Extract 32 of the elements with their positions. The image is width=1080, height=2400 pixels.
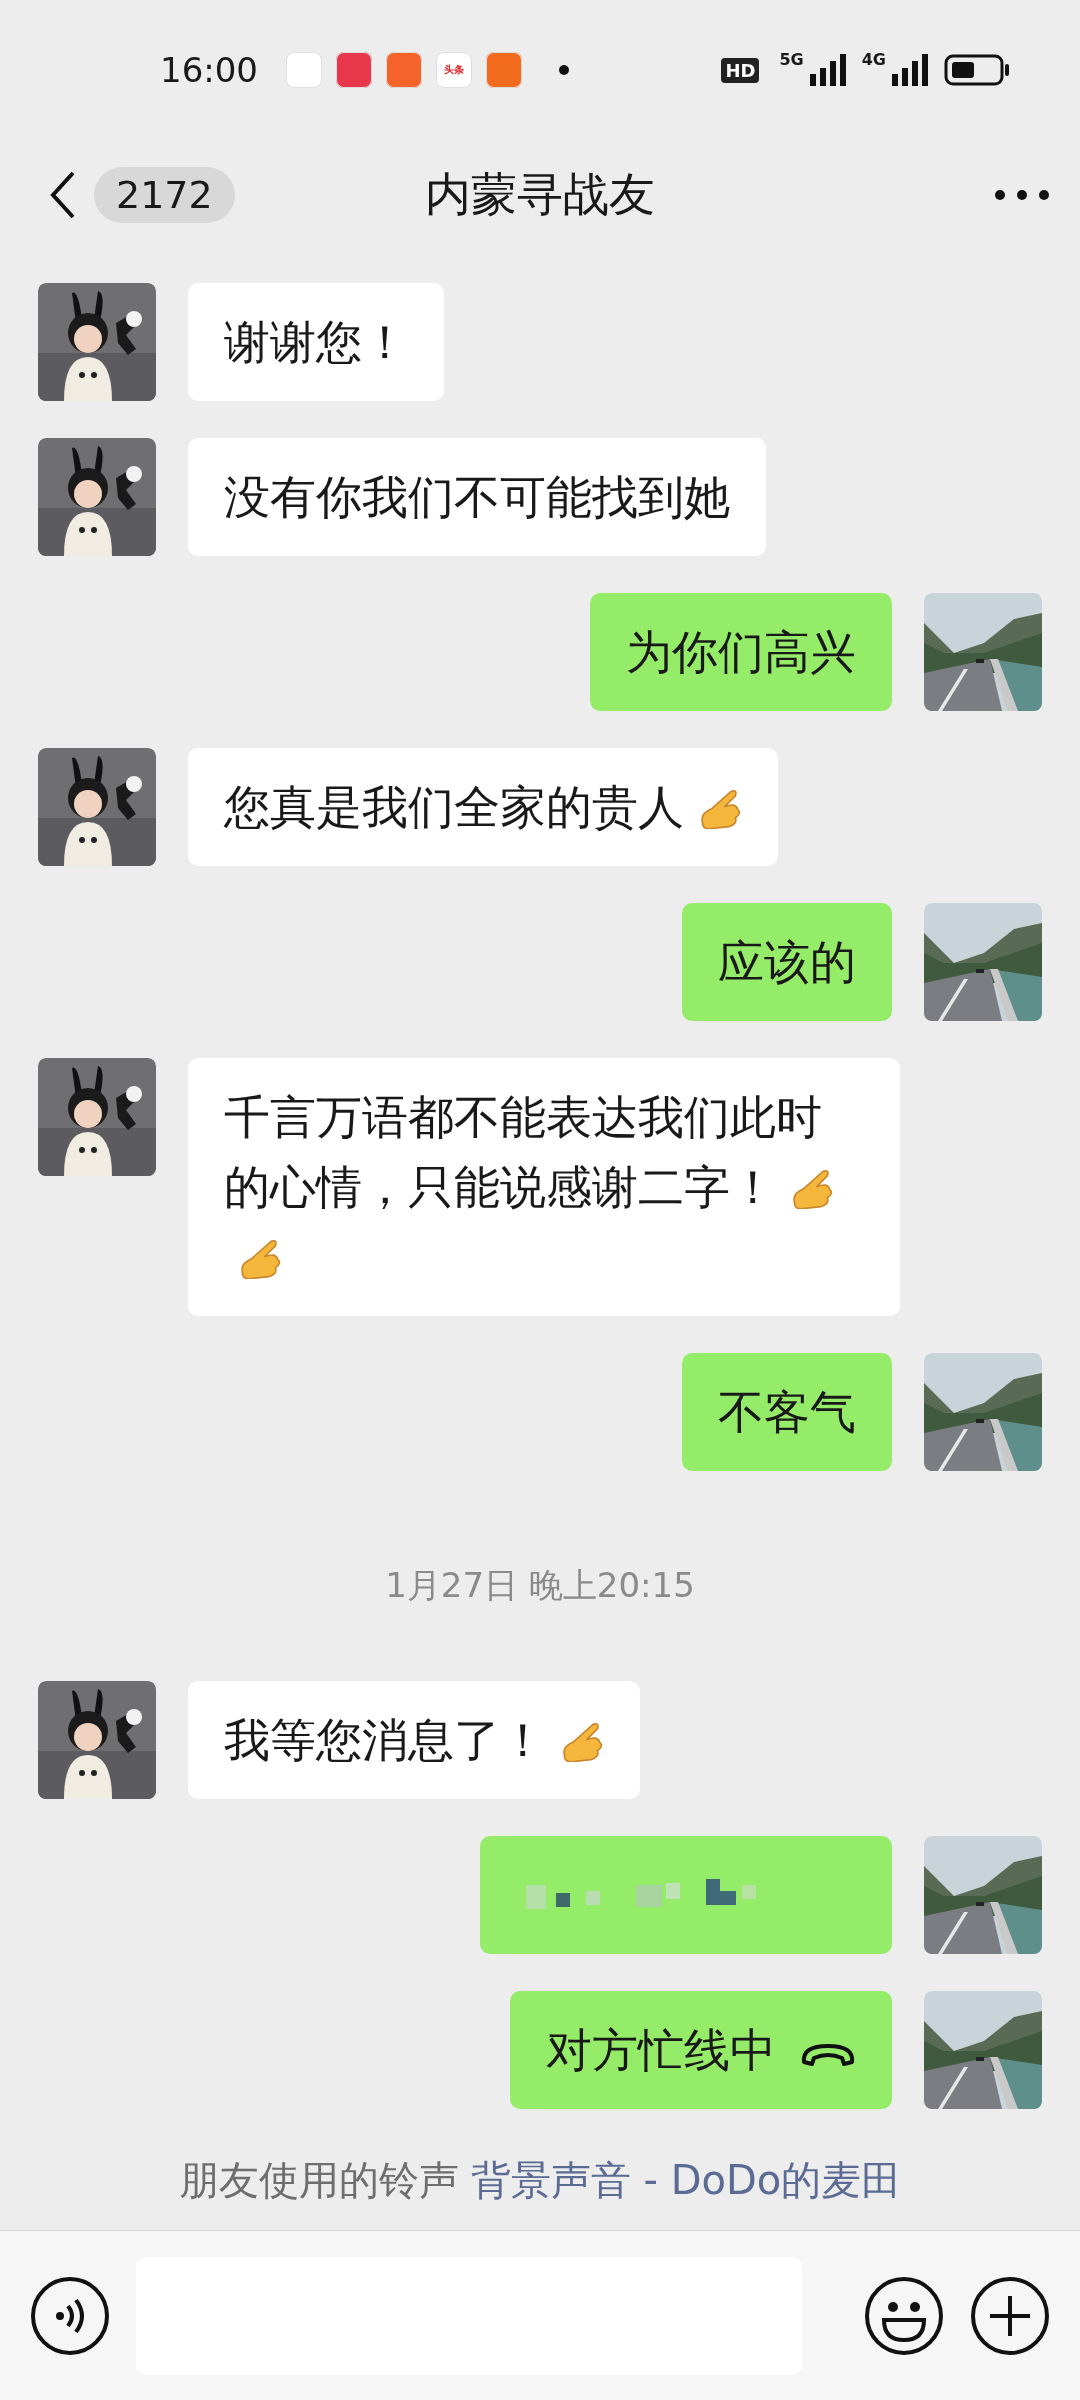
network-label: 5G: [779, 50, 804, 69]
signal-icon: [809, 54, 846, 86]
hand-icon: [238, 1239, 282, 1279]
message-bubble: 千言万语都不能表达我们此时的心情，只能说感谢二字！: [188, 1058, 900, 1316]
back-icon[interactable]: [50, 171, 76, 219]
message-bubble: 没有你我们不可能找到她: [188, 438, 766, 556]
message-bubble: 您真是我们全家的贵人: [188, 748, 778, 866]
app-icon: 头条: [436, 52, 472, 88]
timestamp: 1月27日 晚上20:15: [385, 1564, 695, 1607]
hand-icon: [790, 1169, 834, 1209]
hd-badge: HD: [721, 57, 760, 83]
ringtone-label: 朋友使用的铃声: [178, 2157, 459, 2203]
emoji-icon[interactable]: [864, 2275, 944, 2356]
plus-icon[interactable]: [970, 2275, 1050, 2356]
message-bubble: 不客气: [682, 1353, 892, 1471]
chat-title: 内蒙寻战友: [425, 166, 655, 223]
hand-icon: [560, 1722, 604, 1762]
message-bubble: 应该的: [682, 903, 892, 1021]
signal-icon: [892, 54, 928, 86]
unread-count-badge: 2172: [94, 167, 235, 223]
message-bubble: 为你们高兴: [590, 593, 892, 711]
battery-icon: [944, 54, 1010, 86]
notification-dot-icon: [558, 64, 570, 76]
status-time: 16:00: [160, 50, 258, 90]
message-bubble: 对方忙线中: [510, 1991, 892, 2109]
network-label: 4G: [861, 50, 886, 69]
voice-icon[interactable]: [30, 2275, 110, 2356]
hand-icon: [698, 789, 742, 829]
message-bubble: 谢谢您！: [188, 283, 444, 401]
message-bubble: 我等您消息了！: [188, 1681, 640, 1799]
ringtone-link[interactable]: 背景声音 - DoDo的麦田: [470, 2157, 902, 2203]
more-icon[interactable]: [994, 189, 1050, 201]
